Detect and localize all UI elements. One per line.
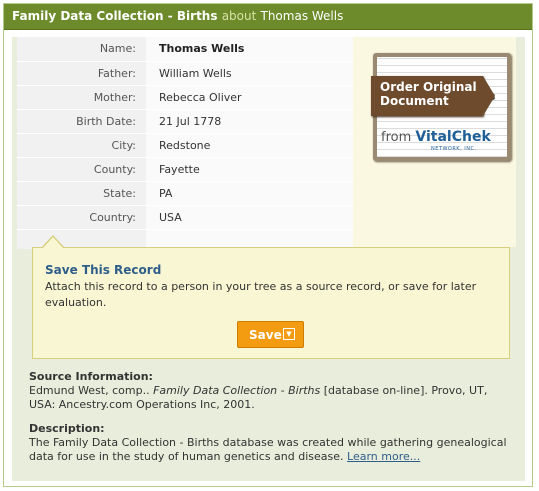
panel-title: Family Data Collection - Births about Th… — [4, 4, 532, 30]
record-field-label: Father: — [17, 61, 146, 86]
record-body: Name: Thomas Wells Father: William Wells Mot… — [12, 37, 525, 481]
save-record-title: Save This Record — [45, 263, 162, 277]
logo-chek: Chek — [451, 129, 491, 145]
source-citation: Edmund West, comp.. Family Data Collecti… — [29, 384, 509, 412]
record-field-value: Rebecca Oliver — [146, 85, 353, 110]
record-row: State: PA — [17, 181, 353, 206]
spacer-cell — [146, 229, 353, 249]
record-field-value: Redstone — [146, 133, 353, 158]
record-table-spacer — [17, 229, 353, 249]
record-row: Country: USA — [17, 205, 353, 230]
record-field-label: City: — [17, 133, 146, 158]
record-field-label: County: — [17, 157, 146, 182]
record-field-value: William Wells — [146, 61, 353, 86]
record-row: Name: Thomas Wells — [17, 37, 353, 62]
callout-pointer-inner — [42, 237, 64, 249]
record-row: Father: William Wells — [17, 61, 353, 86]
record-row: City: Redstone — [17, 133, 353, 158]
record-field-value: USA — [146, 205, 353, 230]
save-record-box: Save This Record Attach this record to a… — [32, 235, 510, 359]
description-heading: Description: — [29, 422, 105, 435]
learn-more-link[interactable]: Learn more... — [347, 450, 420, 463]
description-body: The Family Data Collection - Births data… — [29, 436, 507, 463]
record-field-value: Fayette — [146, 157, 353, 182]
save-button[interactable]: Save ▼ — [237, 321, 304, 348]
logo-vital: Vital — [415, 129, 452, 145]
order-ribbon: Order Original Document — [371, 76, 495, 116]
source-title: Family Data Collection - Births — [153, 384, 321, 397]
save-record-description: Attach this record to a person in your t… — [45, 280, 477, 309]
source-author: Edmund West, comp.. — [29, 384, 150, 397]
spacer-cell — [17, 229, 146, 249]
record-field-label: Name: — [17, 37, 146, 62]
order-original-document-link[interactable]: 53 Order Original Document from VitalChe… — [371, 53, 511, 161]
logo-from: from — [381, 130, 412, 145]
description-text: The Family Data Collection - Births data… — [29, 436, 509, 464]
order-ribbon-line2: Document — [380, 94, 449, 108]
vitalchek-logo: from VitalChek — [381, 129, 491, 145]
record-field-label: Birth Date: — [17, 109, 146, 134]
logo-network: NETWORK, INC. — [431, 146, 477, 152]
collection-title: Family Data Collection - Births — [12, 9, 218, 23]
record-row: Birth Date: 21 Jul 1778 — [17, 109, 353, 134]
record-table: Name: Thomas Wells Father: William Wells Mot… — [17, 37, 353, 249]
record-row: Mother: Rebecca Oliver — [17, 85, 353, 110]
record-field-label: Country: — [17, 205, 146, 230]
record-panel: Family Data Collection - Births about Th… — [3, 3, 533, 487]
about-label: about — [221, 9, 257, 23]
source-information: Source Information: Edmund West, comp.. … — [29, 370, 509, 412]
save-button-label: Save — [249, 328, 282, 342]
record-field-value: 21 Jul 1778 — [146, 109, 353, 134]
record-field-label: State: — [17, 181, 146, 206]
order-document-ad-area: 53 Order Original Document from VitalChe… — [353, 37, 516, 247]
description-section: Description: The Family Data Collection … — [29, 422, 509, 464]
source-heading: Source Information: — [29, 370, 153, 383]
record-row: County: Fayette — [17, 157, 353, 182]
record-field-value: Thomas Wells — [146, 37, 353, 62]
record-field-value: PA — [146, 181, 353, 206]
chevron-down-icon[interactable]: ▼ — [283, 328, 295, 340]
subject-name: Thomas Wells — [260, 9, 344, 23]
order-ribbon-line1: Order Original — [380, 80, 477, 94]
record-field-label: Mother: — [17, 85, 146, 110]
